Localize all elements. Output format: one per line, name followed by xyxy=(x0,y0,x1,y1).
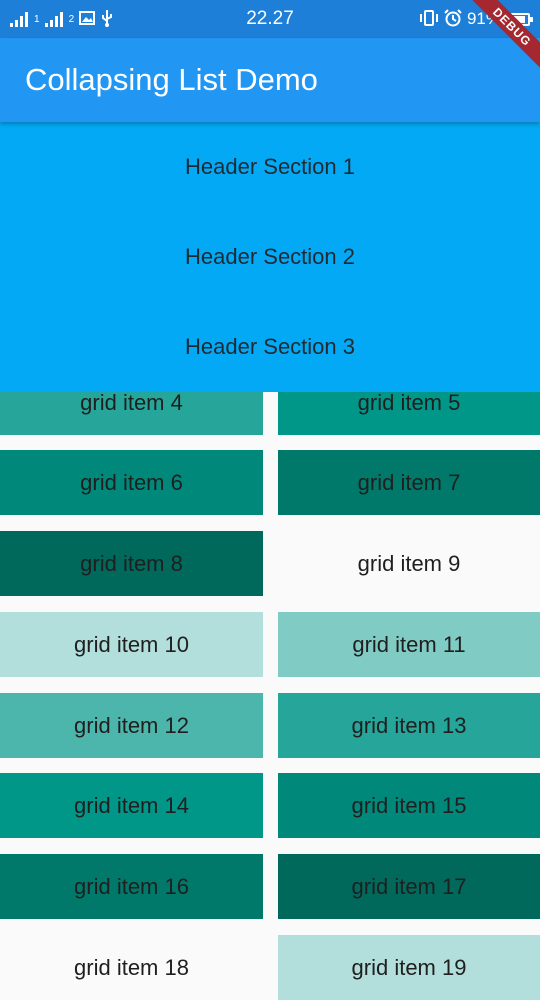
grid-item[interactable]: grid item 12 xyxy=(0,693,263,758)
header-section-2: Header Section 2 xyxy=(185,244,355,269)
sim2-label: 2 xyxy=(68,13,75,25)
sim1-label: 1 xyxy=(34,13,40,25)
grid-item[interactable]: grid item 19 xyxy=(278,935,540,1000)
grid-item[interactable]: grid item 17 xyxy=(278,854,540,919)
signal-icon xyxy=(10,11,28,27)
app-bar: Collapsing List Demo xyxy=(0,38,540,122)
grid-item[interactable]: grid item 13 xyxy=(278,693,540,758)
header-section-3: Header Section 3 xyxy=(185,334,355,359)
collapsing-header: Header Section 1 Header Section 2 Header… xyxy=(0,122,540,392)
grid-item[interactable]: grid item 11 xyxy=(278,612,540,677)
signal-icon xyxy=(44,11,63,27)
grid-item[interactable]: grid item 18 xyxy=(0,935,263,1000)
vibrate-icon xyxy=(419,9,439,29)
grid-item[interactable]: grid item 10 xyxy=(0,612,263,677)
page-title: Collapsing List Demo xyxy=(25,62,318,97)
status-bar: 1 2 22.27 91% xyxy=(0,0,540,38)
grid-item[interactable]: grid item 7 xyxy=(278,450,540,515)
grid-item[interactable]: grid item 6 xyxy=(0,450,263,515)
header-section-1: Header Section 1 xyxy=(185,154,355,179)
grid-item[interactable]: grid item 8 xyxy=(0,531,263,596)
grid-item[interactable]: grid item 14 xyxy=(0,773,263,838)
grid-item[interactable]: grid item 9 xyxy=(278,531,540,596)
grid-item[interactable]: grid item 16 xyxy=(0,854,263,919)
usb-icon xyxy=(100,9,114,30)
alarm-icon xyxy=(444,8,462,30)
status-left: 1 2 xyxy=(10,9,114,30)
grid-item[interactable]: grid item 15 xyxy=(278,773,540,838)
image-icon xyxy=(79,10,96,28)
